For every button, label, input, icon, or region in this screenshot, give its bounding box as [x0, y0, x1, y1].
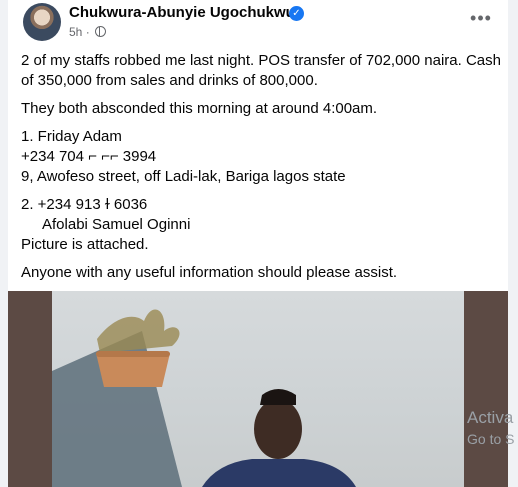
more-options-button[interactable]: •••	[467, 8, 495, 32]
person-shirt	[202, 459, 356, 487]
post-meta[interactable]: 5h ·	[69, 25, 107, 39]
meta-separator: ·	[85, 25, 90, 39]
person-hair	[260, 389, 296, 405]
author-name[interactable]: Chukwura-Abunyie Ugochukwu	[69, 4, 295, 21]
verified-badge-icon: ✓	[289, 6, 304, 21]
photo-scene	[52, 309, 356, 487]
suspect1-name: 1. Friday Adam	[21, 128, 122, 145]
suspect2-phone: 2. +234 913 ɫ 6036	[21, 196, 148, 213]
author-avatar[interactable]	[23, 3, 61, 41]
post-card: Chukwura-Abunyie Ugochukwu ✓ 5h · ••• 2 …	[8, 0, 508, 487]
flower-pot	[96, 353, 170, 387]
post-paragraph-1: 2 of my staffs robbed me last night. POS…	[21, 52, 501, 89]
post-body: 2 of my staffs robbed me last night. POS…	[21, 51, 501, 283]
suspect1-phone: +234 704 ⌐ ⌐⌐ 3994	[21, 148, 157, 165]
activation-watermark-subtitle: Go to S	[467, 431, 515, 447]
attached-photo[interactable]	[8, 291, 508, 487]
suspect2-name: Afolabi Samuel Oginni	[42, 216, 191, 233]
public-globe-icon	[95, 26, 107, 37]
post-paragraph-2: They both absconded this morning at arou…	[21, 100, 378, 117]
attachment-note: Picture is attached.	[21, 236, 149, 253]
post-closing: Anyone with any useful information shoul…	[21, 264, 398, 281]
hanging-plant-leaves	[97, 309, 180, 353]
photo-content	[52, 291, 464, 487]
post-header: Chukwura-Abunyie Ugochukwu ✓ 5h · •••	[8, 0, 508, 44]
person-head	[254, 399, 302, 459]
post-time[interactable]: 5h	[69, 25, 82, 39]
activation-watermark-title: Activa	[467, 408, 514, 427]
flower-pot-rim	[96, 351, 170, 357]
suspect1-address: 9, Awofeso street, off Ladi-lak, Bariga …	[21, 168, 346, 185]
